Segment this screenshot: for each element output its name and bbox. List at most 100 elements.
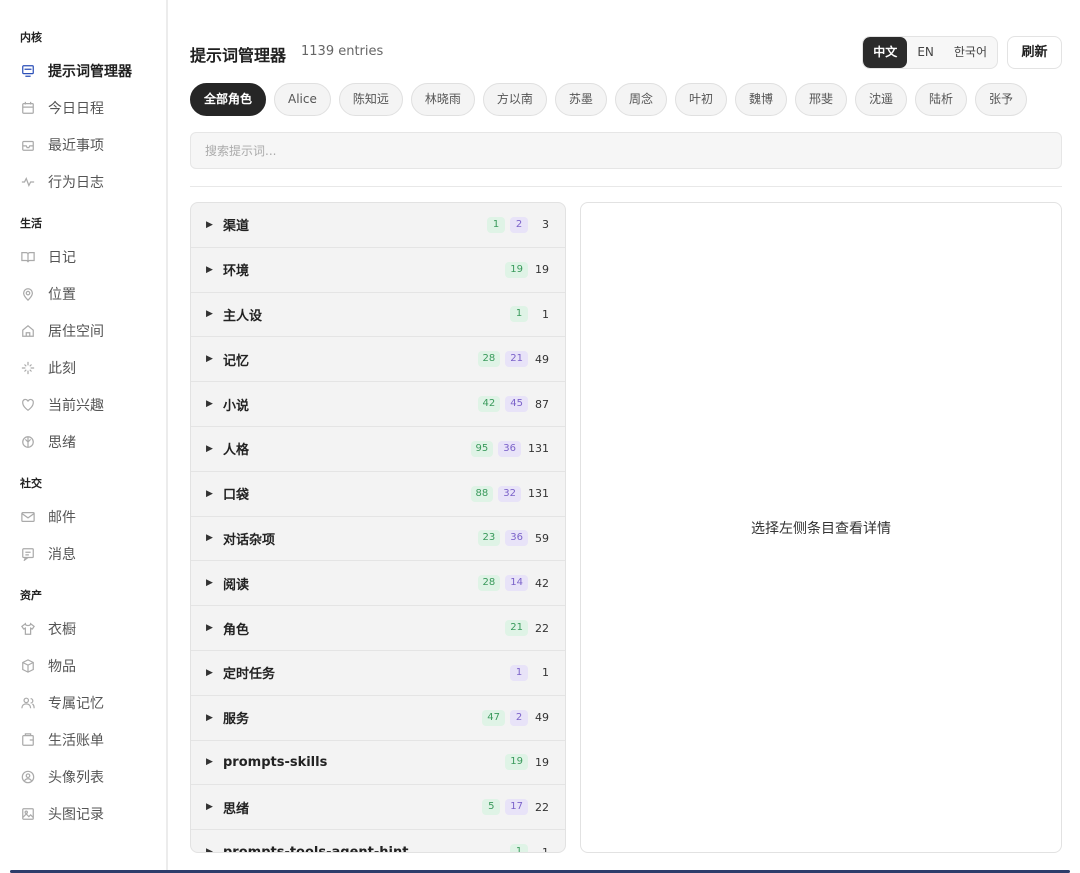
category-row[interactable]: ▶ 角色 21 22 bbox=[191, 606, 565, 651]
purple-count-badge: 2 bbox=[510, 216, 528, 233]
category-row[interactable]: ▶ 口袋 88 32 131 bbox=[191, 472, 565, 517]
heart-icon bbox=[20, 397, 36, 413]
category-row[interactable]: ▶ 阅读 28 14 42 bbox=[191, 561, 565, 607]
total-count: 19 bbox=[535, 263, 549, 277]
category-name: 记忆 bbox=[223, 353, 250, 369]
sidebar-item[interactable]: 头像列表 bbox=[0, 758, 166, 795]
sidebar-item-label: 此刻 bbox=[48, 360, 76, 377]
role-filter-chip[interactable]: 沈遥 bbox=[855, 83, 908, 116]
language-option[interactable]: 中文 bbox=[863, 37, 908, 68]
sidebar-item[interactable]: 生活账单 bbox=[0, 721, 166, 758]
role-filter-chip[interactable]: 叶初 bbox=[674, 83, 727, 116]
total-count: 59 bbox=[535, 531, 549, 545]
category-row[interactable]: ▶ 渠道 1 2 3 bbox=[191, 203, 565, 248]
purple-count-badge: 2 bbox=[510, 709, 528, 726]
total-count: 22 bbox=[535, 800, 549, 814]
category-row[interactable]: ▶ 对话杂项 23 36 59 bbox=[191, 517, 565, 562]
expand-triangle-icon: ▶ bbox=[206, 623, 213, 634]
sidebar-item[interactable]: 行为日志 bbox=[0, 163, 166, 200]
category-row[interactable]: ▶ prompts-tools-agent-hint 1 1 bbox=[191, 830, 565, 853]
sidebar-item[interactable]: 专属记忆 bbox=[0, 684, 166, 721]
detail-empty-message: 选择左侧条目查看详情 bbox=[751, 521, 891, 537]
expand-triangle-icon: ▶ bbox=[206, 488, 213, 499]
sidebar-item[interactable]: 当前兴趣 bbox=[0, 386, 166, 423]
role-filter-chip[interactable]: 邢斐 bbox=[794, 83, 847, 116]
calendar-icon bbox=[20, 100, 36, 116]
sidebar-item-label: 当前兴趣 bbox=[48, 397, 104, 414]
expand-triangle-icon: ▶ bbox=[206, 847, 213, 853]
wallet-icon bbox=[20, 732, 36, 748]
category-row[interactable]: ▶ prompts-skills 19 19 bbox=[191, 741, 565, 786]
main-panel: 提示词管理器 1139 entries 中文 EN 한국어 刷新 全部角色 Alice… bbox=[190, 0, 1062, 873]
green-count-badge: 5 bbox=[482, 799, 501, 816]
role-filter-chip[interactable]: 陈知远 bbox=[338, 83, 403, 116]
role-filter-chip[interactable]: 张予 bbox=[975, 83, 1028, 116]
purple-count-badge: 32 bbox=[498, 485, 521, 502]
role-filter-chip[interactable]: 方以南 bbox=[482, 83, 547, 116]
sidebar-item[interactable]: 日记 bbox=[0, 238, 166, 275]
sidebar-item-label: 消息 bbox=[48, 546, 76, 563]
category-row[interactable]: ▶ 定时任务 1 1 bbox=[191, 651, 565, 696]
sidebar-item[interactable]: 头图记录 bbox=[0, 795, 166, 832]
sidebar-item[interactable]: 最近事项 bbox=[0, 126, 166, 163]
category-counts: 5 17 22 bbox=[482, 799, 549, 816]
activity-icon bbox=[20, 174, 36, 190]
expand-triangle-icon: ▶ bbox=[206, 443, 213, 454]
sidebar-item[interactable]: 消息 bbox=[0, 535, 166, 572]
category-counts: 11 bbox=[510, 664, 549, 681]
expand-triangle-icon: ▶ bbox=[206, 712, 213, 723]
purple-count-badge: 36 bbox=[498, 440, 521, 457]
language-option[interactable]: EN bbox=[907, 37, 944, 68]
purple-count-badge: 45 bbox=[505, 396, 528, 413]
category-name: 主人设 bbox=[223, 308, 263, 324]
green-count-badge: 88 bbox=[470, 485, 494, 502]
category-row[interactable]: ▶ 服务 47 2 49 bbox=[191, 696, 565, 741]
sidebar-item-label: 位置 bbox=[48, 286, 76, 303]
total-count: 87 bbox=[535, 397, 549, 411]
total-count: 1 bbox=[542, 307, 549, 321]
category-counts: 123 bbox=[487, 216, 549, 233]
sidebar-item[interactable]: 居住空间 bbox=[0, 312, 166, 349]
total-count: 131 bbox=[528, 487, 549, 501]
category-counts: 88 32 131 bbox=[470, 485, 549, 502]
category-row[interactable]: ▶ 思绪 5 17 22 bbox=[191, 785, 565, 831]
category-name: prompts-skills bbox=[223, 754, 328, 770]
sidebar-item-label: 居住空间 bbox=[48, 323, 104, 340]
sidebar-item[interactable]: 提示词管理器 bbox=[0, 52, 166, 89]
sidebar-item[interactable]: 思绪 bbox=[0, 423, 166, 460]
role-filter-chip[interactable]: Alice bbox=[274, 83, 331, 116]
role-filter-chip[interactable]: 苏墨 bbox=[554, 83, 607, 116]
green-count-badge: 23 bbox=[477, 530, 501, 547]
category-row[interactable]: ▶ 主人设 1 1 bbox=[191, 293, 565, 338]
sidebar-item[interactable]: 此刻 bbox=[0, 349, 166, 386]
category-counts: 19 19 bbox=[505, 754, 549, 771]
sidebar-item-label: 行为日志 bbox=[48, 174, 104, 191]
sidebar-item[interactable]: 邮件 bbox=[0, 498, 166, 535]
role-filter-chip[interactable]: 周念 bbox=[614, 83, 667, 116]
role-filter-chip[interactable]: 林晓雨 bbox=[410, 83, 475, 116]
sidebar-item[interactable]: 物品 bbox=[0, 647, 166, 684]
category-row[interactable]: ▶ 记忆 28 21 49 bbox=[191, 337, 565, 383]
sidebar-item[interactable]: 衣橱 bbox=[0, 610, 166, 647]
sidebar-item[interactable]: 今日日程 bbox=[0, 89, 166, 126]
avatar-icon bbox=[20, 769, 36, 785]
category-row[interactable]: ▶ 环境 19 19 bbox=[191, 248, 565, 293]
category-row[interactable]: ▶ 小说 42 45 87 bbox=[191, 382, 565, 427]
total-count: 22 bbox=[535, 621, 549, 635]
category-name: prompts-tools-agent-hint bbox=[223, 844, 409, 853]
prompt-manager-icon bbox=[20, 63, 36, 79]
role-filter-chip[interactable]: 陆析 bbox=[915, 83, 968, 116]
search-input[interactable] bbox=[190, 132, 1062, 169]
role-filter-chip[interactable]: 魏博 bbox=[734, 83, 787, 116]
role-filter-chip[interactable]: 全部角色 bbox=[190, 83, 267, 116]
box-icon bbox=[20, 658, 36, 674]
purple-count-badge: 36 bbox=[505, 530, 528, 547]
sidebar-item[interactable]: 位置 bbox=[0, 275, 166, 312]
expand-triangle-icon: ▶ bbox=[206, 399, 213, 410]
category-row[interactable]: ▶ 人格 95 36 131 bbox=[191, 427, 565, 472]
purple-count-badge: 17 bbox=[505, 799, 528, 816]
language-option[interactable]: 한국어 bbox=[944, 37, 997, 68]
refresh-button[interactable]: 刷新 bbox=[1007, 36, 1062, 69]
green-count-badge: 28 bbox=[477, 351, 501, 368]
location-icon bbox=[20, 286, 36, 302]
